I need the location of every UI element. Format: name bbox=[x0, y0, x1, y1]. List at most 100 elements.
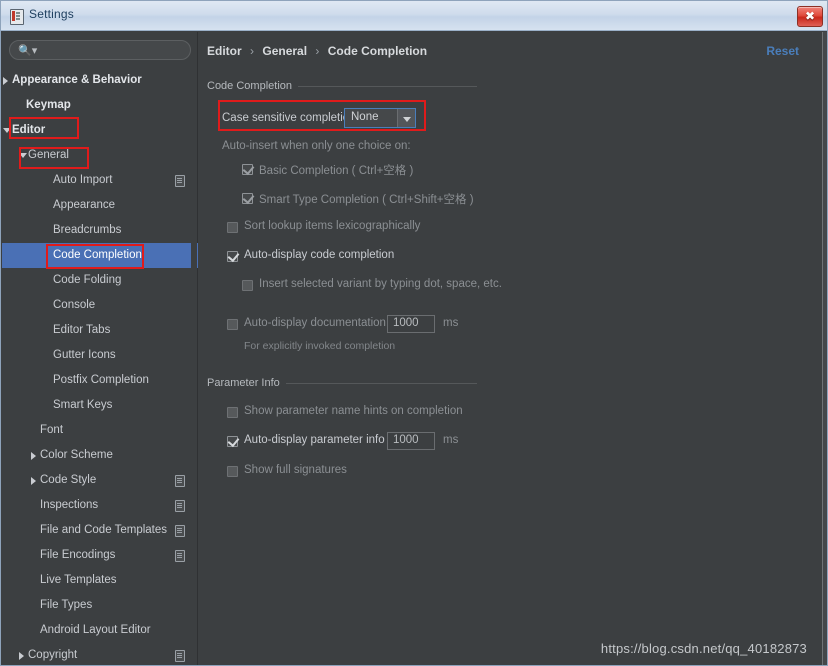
auto-display-documentation-value: 1000 bbox=[393, 317, 419, 329]
sidebar-item-label: Console bbox=[53, 299, 96, 311]
smart-type-completion-checkbox[interactable] bbox=[242, 193, 253, 204]
sidebar-item-console[interactable]: Console bbox=[2, 293, 198, 318]
sidebar-item-copyright[interactable]: Copyright bbox=[2, 643, 198, 665]
show-full-signatures-checkbox[interactable] bbox=[227, 466, 238, 477]
auto-display-parameter-info-input[interactable]: 1000 bbox=[387, 432, 435, 450]
auto-display-parameter-info-unit: ms bbox=[443, 434, 459, 446]
sidebar-item-font[interactable]: Font bbox=[2, 418, 198, 443]
sidebar-item-label: File Encodings bbox=[40, 549, 116, 561]
watermark-url: https://blog.csdn.net/qq_40182873 bbox=[600, 641, 807, 656]
sidebar-item-postfix-completion[interactable]: Postfix Completion bbox=[2, 368, 198, 393]
sidebar-item-editor-tabs[interactable]: Editor Tabs bbox=[2, 318, 198, 343]
chevron-down-icon[interactable] bbox=[397, 109, 415, 127]
sidebar-item-general[interactable]: General bbox=[2, 143, 198, 168]
sidebar-item-label: Android Layout Editor bbox=[40, 624, 151, 636]
sidebar-item-label: Color Scheme bbox=[40, 449, 113, 461]
sidebar-item-file-encodings[interactable]: File Encodings bbox=[2, 543, 198, 568]
close-button[interactable]: ✖ bbox=[797, 6, 823, 27]
chevron-right-icon[interactable] bbox=[31, 477, 36, 485]
sidebar-item-label: Code Folding bbox=[53, 274, 122, 286]
main-scrollbar[interactable] bbox=[822, 32, 827, 665]
document-icon bbox=[175, 525, 185, 537]
close-icon: ✖ bbox=[804, 9, 816, 23]
breadcrumb-separator-2: › bbox=[315, 44, 320, 58]
explicitly-invoked-hint: For explicitly invoked completion bbox=[244, 340, 396, 352]
sidebar-item-file-types[interactable]: File Types bbox=[2, 593, 198, 618]
sidebar-item-label: Appearance & Behavior bbox=[12, 74, 142, 86]
chevron-right-icon[interactable] bbox=[3, 77, 8, 85]
settings-app-icon bbox=[10, 9, 24, 25]
group-label-parameter-info: Parameter Info bbox=[207, 377, 286, 389]
sidebar-item-label: File and Code Templates bbox=[40, 524, 167, 536]
sidebar-item-smart-keys[interactable]: Smart Keys bbox=[2, 393, 198, 418]
sidebar-item-live-templates[interactable]: Live Templates bbox=[2, 568, 198, 593]
sidebar-item-android-layout-editor[interactable]: Android Layout Editor bbox=[2, 618, 198, 643]
auto-display-parameter-info-checkbox[interactable] bbox=[227, 436, 238, 447]
basic-completion-checkbox[interactable] bbox=[242, 164, 253, 175]
settings-tree[interactable]: Appearance & Behavior Keymap Editor General… bbox=[2, 68, 198, 665]
case-sensitive-completion-label: Case sensitive completion: bbox=[222, 112, 359, 124]
chevron-down-icon[interactable] bbox=[19, 153, 27, 158]
sidebar-item-appearance-behavior[interactable]: Appearance & Behavior bbox=[2, 68, 198, 93]
sidebar-item-file-and-code-templates[interactable]: File and Code Templates bbox=[2, 518, 198, 543]
sidebar-item-code-folding[interactable]: Code Folding bbox=[2, 268, 198, 293]
case-sensitive-completion-value: None bbox=[351, 111, 379, 123]
case-sensitive-completion-dropdown[interactable]: None bbox=[344, 108, 416, 128]
document-icon bbox=[175, 475, 185, 487]
sidebar-item-label: Appearance bbox=[53, 199, 116, 211]
search-input[interactable]: 🔍▾ bbox=[9, 40, 191, 60]
sidebar-item-label: Keymap bbox=[26, 99, 71, 111]
auto-display-parameter-info-value: 1000 bbox=[393, 434, 419, 446]
sidebar-item-code-completion[interactable]: Code Completion bbox=[2, 243, 198, 268]
sidebar-item-inspections[interactable]: Inspections bbox=[2, 493, 198, 518]
sidebar-item-keymap[interactable]: Keymap bbox=[2, 93, 198, 118]
sidebar-item-label: Postfix Completion bbox=[53, 374, 149, 386]
auto-display-documentation-checkbox[interactable] bbox=[227, 319, 238, 330]
settings-sidebar: 🔍▾ Appearance & Behavior Keymap Editor Gene… bbox=[2, 32, 386, 665]
sidebar-item-label: Editor bbox=[12, 124, 46, 136]
breadcrumb-general[interactable]: General bbox=[262, 44, 307, 58]
auto-insert-label: Auto-insert when only one choice on: bbox=[222, 140, 411, 152]
sidebar-item-label: Auto Import bbox=[53, 174, 113, 186]
sidebar-scrollbar-track[interactable] bbox=[191, 68, 386, 665]
auto-display-code-completion-label: Auto-display code completion bbox=[244, 249, 395, 261]
show-parameter-name-hints-label: Show parameter name hints on completion bbox=[244, 405, 463, 417]
sidebar-item-code-style[interactable]: Code Style bbox=[2, 468, 198, 493]
window-title: Settings bbox=[29, 7, 74, 21]
auto-display-documentation-input[interactable]: 1000 bbox=[387, 315, 435, 333]
document-icon bbox=[175, 550, 185, 562]
insert-selected-variant-checkbox[interactable] bbox=[242, 280, 253, 291]
document-icon bbox=[175, 500, 185, 512]
chevron-down-icon[interactable] bbox=[3, 128, 11, 133]
sort-lookup-checkbox[interactable] bbox=[227, 222, 238, 233]
sidebar-item-label: Code Completion bbox=[53, 249, 142, 261]
sidebar-item-label: Smart Keys bbox=[53, 399, 113, 411]
sidebar-item-breadcrumbs[interactable]: Breadcrumbs bbox=[2, 218, 198, 243]
insert-selected-variant-label: Insert selected variant by typing dot, s… bbox=[259, 278, 502, 290]
show-parameter-name-hints-checkbox[interactable] bbox=[227, 407, 238, 418]
chevron-right-icon[interactable] bbox=[31, 452, 36, 460]
document-icon bbox=[175, 175, 185, 187]
group-label-code-completion: Code Completion bbox=[207, 80, 298, 92]
sidebar-item-label: Editor Tabs bbox=[53, 324, 111, 336]
reset-link[interactable]: Reset bbox=[766, 44, 799, 58]
show-full-signatures-label: Show full signatures bbox=[244, 464, 347, 476]
sidebar-item-appearance[interactable]: Appearance bbox=[2, 193, 198, 218]
breadcrumb: Editor › General › Code Completion bbox=[207, 44, 427, 58]
title-bar: Settings ✖ bbox=[1, 1, 827, 31]
sidebar-item-label: Live Templates bbox=[40, 574, 117, 586]
breadcrumb-separator-1: › bbox=[250, 44, 255, 58]
sidebar-item-editor[interactable]: Editor bbox=[2, 118, 198, 143]
auto-display-code-completion-checkbox[interactable] bbox=[227, 251, 238, 262]
sidebar-item-label: Inspections bbox=[40, 499, 99, 511]
sidebar-item-label: Gutter Icons bbox=[53, 349, 116, 361]
auto-display-documentation-unit: ms bbox=[443, 317, 459, 329]
auto-display-parameter-info-label: Auto-display parameter info in bbox=[244, 434, 397, 446]
sidebar-item-color-scheme[interactable]: Color Scheme bbox=[2, 443, 198, 468]
settings-window: Settings ✖ 🔍▾ Appearance & Behavior Keyma… bbox=[0, 0, 828, 666]
breadcrumb-editor[interactable]: Editor bbox=[207, 44, 242, 58]
sidebar-item-auto-import[interactable]: Auto Import bbox=[2, 168, 198, 193]
sidebar-item-gutter-icons[interactable]: Gutter Icons bbox=[2, 343, 198, 368]
chevron-right-icon[interactable] bbox=[19, 652, 24, 660]
sidebar-item-label: Font bbox=[40, 424, 64, 436]
